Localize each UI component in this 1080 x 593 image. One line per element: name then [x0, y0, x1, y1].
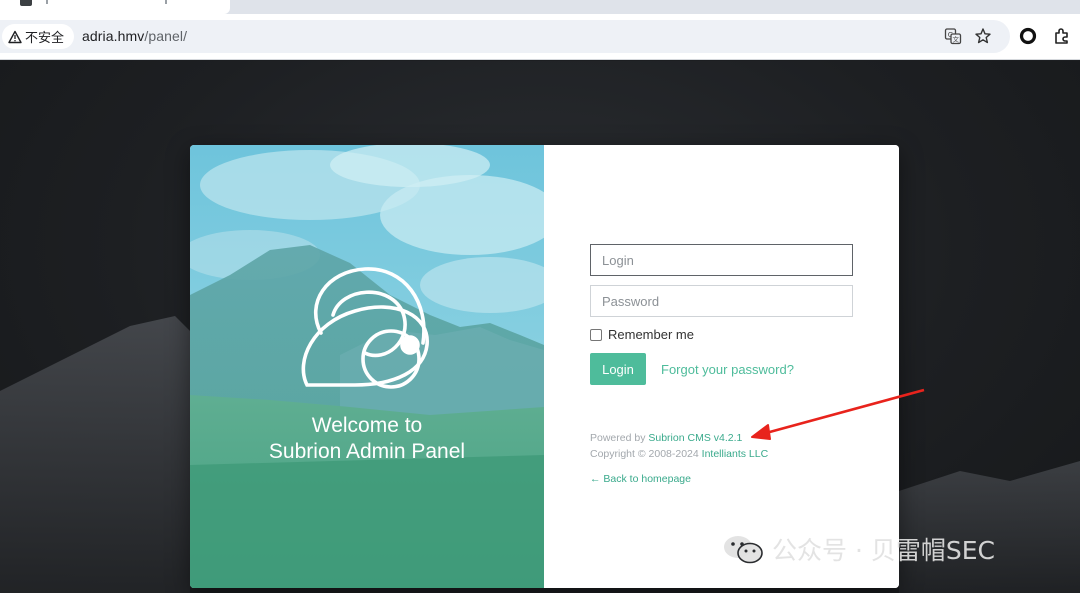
- welcome-panel: Welcome to Subrion Admin Panel: [190, 145, 544, 588]
- welcome-line-1: Welcome to: [311, 414, 423, 437]
- intelliants-link[interactable]: Intelliants LLC: [702, 448, 769, 460]
- url-host: adria.hmv: [82, 28, 145, 44]
- translate-icon[interactable]: G 文: [944, 27, 962, 45]
- address-bar[interactable]: 不安全 adria.hmv/panel/ G 文: [0, 20, 1010, 53]
- browser-tab[interactable]: [0, 0, 230, 14]
- bookmark-star-icon[interactable]: [974, 27, 992, 45]
- svg-text:文: 文: [953, 35, 960, 44]
- powered-by-line: Powered by Subrion CMS v4.2.1: [590, 431, 742, 445]
- copyright-prefix: Copyright © 2008-2024: [590, 448, 699, 460]
- extensions-icon[interactable]: [1052, 26, 1072, 46]
- subrion-version-link[interactable]: Subrion CMS v4.2.1: [648, 432, 742, 444]
- remember-me-label: Remember me: [608, 327, 694, 342]
- wechat-icon: [724, 536, 763, 564]
- login-button[interactable]: Login: [590, 353, 646, 385]
- security-label: 不安全: [25, 30, 65, 45]
- watermark-text: 公众号 · 贝雷帽SEC: [772, 536, 995, 565]
- url-path: /panel/: [144, 28, 188, 44]
- tab-title-fragment: [46, 0, 48, 4]
- remember-me-checkbox[interactable]: [590, 328, 602, 341]
- back-to-homepage-link[interactable]: ← Back to homepage: [590, 473, 691, 485]
- welcome-heading: Welcome to Subrion Admin Panel: [190, 413, 544, 465]
- login-input[interactable]: [590, 244, 853, 276]
- tab-strip: [0, 0, 1080, 14]
- copyright-line: Copyright © 2008-2024 Intelliants LLC: [590, 447, 768, 461]
- watermark: 公众号 · 贝雷帽SEC: [722, 532, 995, 566]
- security-indicator[interactable]: 不安全: [2, 24, 74, 49]
- browser-toolbar: 不安全 adria.hmv/panel/ G 文: [0, 14, 1080, 60]
- welcome-line-2: Subrion Admin Panel: [268, 440, 466, 463]
- login-form-panel: Remember me Login Forgot your password? …: [544, 145, 899, 588]
- powered-by-prefix: Powered by: [590, 432, 646, 444]
- url-text[interactable]: adria.hmv/panel/: [82, 28, 187, 44]
- remember-me-row[interactable]: Remember me: [590, 327, 694, 342]
- page-viewport: Welcome to Subrion Admin Panel Remember …: [0, 61, 1080, 593]
- tab-favicon-icon: [20, 0, 32, 6]
- warning-icon: [8, 30, 22, 43]
- subrion-logo-icon: [301, 267, 429, 389]
- password-input[interactable]: [590, 285, 853, 317]
- login-card: Welcome to Subrion Admin Panel Remember …: [190, 145, 899, 588]
- tab-title-fragment: [165, 0, 167, 4]
- forgot-password-link[interactable]: Forgot your password?: [661, 362, 794, 377]
- record-icon[interactable]: [1018, 26, 1038, 46]
